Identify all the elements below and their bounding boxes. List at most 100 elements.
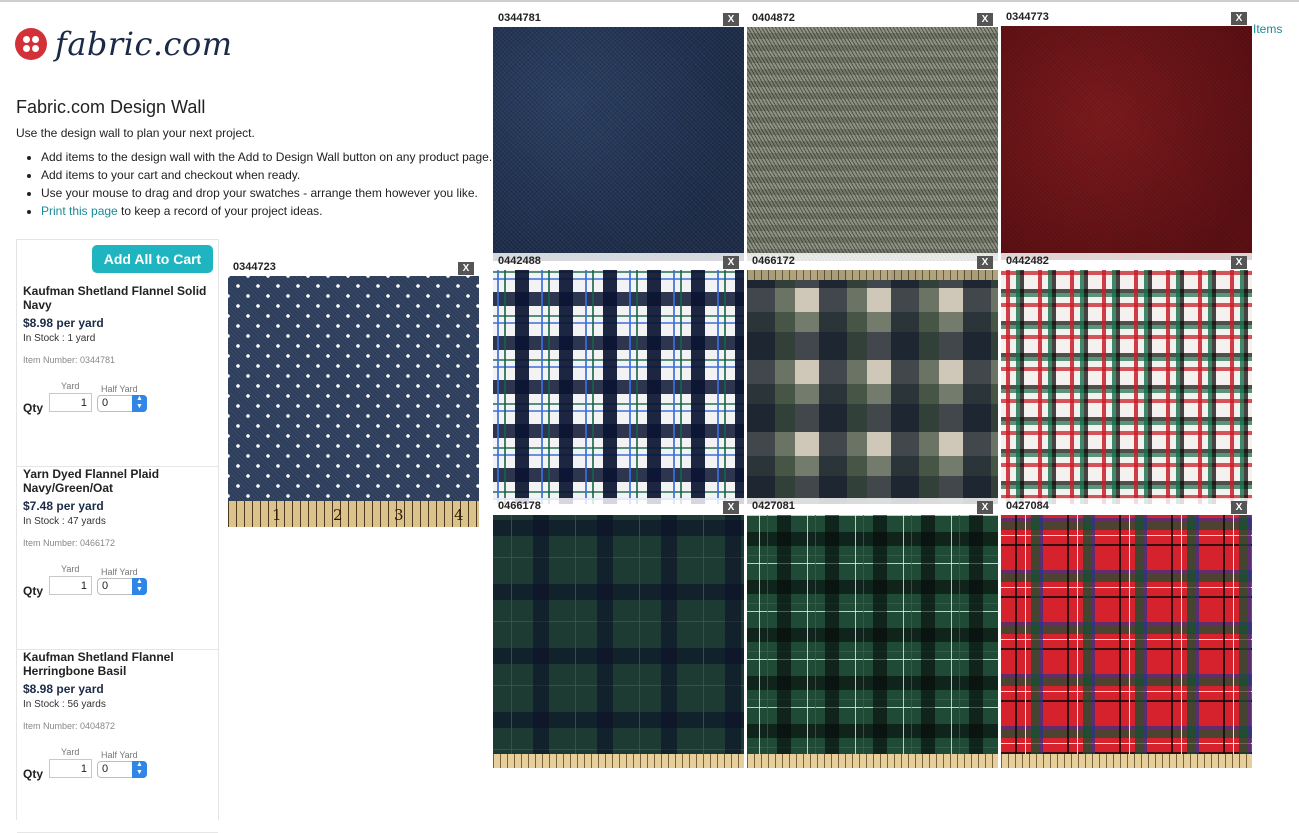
swatch-header: 0442482 X [1001, 253, 1252, 270]
fabric-swatch[interactable]: 0466178 X [493, 498, 744, 768]
select-arrows-icon: ▲ ▼ [132, 578, 147, 595]
remove-swatch-button[interactable]: X [458, 262, 474, 275]
qty-label: Qty [23, 584, 44, 598]
logo-dots-icon [15, 28, 47, 60]
fabric-logo[interactable]: fabric.com [15, 24, 233, 64]
swatch-header: 0344723 X [228, 259, 479, 276]
remove-swatch-button[interactable]: X [977, 501, 993, 514]
swatch-code: 0466172 [752, 255, 795, 267]
instruction-item: Use your mouse to drag and drop your swa… [41, 184, 492, 202]
fabric-swatch[interactable]: 0404872 X [747, 10, 998, 261]
swatch-image [493, 27, 744, 261]
instruction-item: Print this page to keep a record of your… [41, 202, 492, 220]
instructions-list: Add items to the design wall with the Ad… [24, 148, 492, 220]
swatch-image [1001, 270, 1252, 504]
remove-swatch-button[interactable]: X [1231, 12, 1247, 25]
item-stock: In Stock : 56 yards [23, 699, 106, 710]
select-arrows-icon: ▲ ▼ [132, 395, 147, 412]
item-name[interactable]: Kaufman Shetland Flannel Solid Navy [23, 284, 215, 312]
swatch-image [1001, 26, 1252, 260]
remove-swatch-button[interactable]: X [723, 256, 739, 269]
item-number: Item Number: 0466172 [23, 538, 116, 548]
item-number: Item Number: 0404872 [23, 721, 116, 731]
fabric-swatch[interactable]: 0466172 X [747, 253, 998, 504]
remove-swatch-button[interactable]: X [977, 256, 993, 269]
remove-swatch-button[interactable]: X [723, 501, 739, 514]
yard-label: Yard [61, 564, 80, 574]
remove-swatch-button[interactable]: X [1231, 501, 1247, 514]
swatch-header: 0427081 X [747, 498, 998, 515]
instruction-item: Add items to your cart and checkout when… [41, 166, 492, 184]
swatch-image [493, 515, 744, 768]
ruler [493, 754, 744, 768]
swatch-header: 0466178 X [493, 498, 744, 515]
remove-swatch-button[interactable]: X [1231, 256, 1247, 269]
half-yard-label: Half Yard [101, 750, 138, 760]
ruler: 1 2 3 4 [228, 501, 479, 527]
swatch-code: 0344773 [1006, 11, 1049, 23]
items-link[interactable]: Items [1253, 22, 1282, 36]
item-price: $8.98 per yard [23, 316, 104, 330]
logo-text: fabric.com [55, 25, 233, 63]
cart-item: Kaufman Shetland Flannel Herringbone Bas… [17, 650, 218, 833]
yard-quantity-input[interactable] [49, 759, 92, 778]
ruler-number: 2 [333, 506, 343, 524]
half-yard-select[interactable]: 0 ▲ ▼ [97, 578, 147, 595]
qty-label: Qty [23, 767, 44, 781]
swatch-code: 0442482 [1006, 255, 1049, 267]
half-yard-value: 0 [102, 763, 109, 775]
print-page-link[interactable]: Print this page [41, 204, 118, 218]
top-border [0, 0, 1299, 2]
fabric-swatch[interactable]: 1 2 3 4 0344723 X [228, 259, 479, 527]
swatch-image [747, 270, 998, 504]
select-arrows-icon: ▲ ▼ [132, 761, 147, 778]
cart-item: Yarn Dyed Flannel Plaid Navy/Green/Oat $… [17, 467, 218, 650]
ruler [747, 754, 998, 768]
cart-panel: Add All to Cart Kaufman Shetland Flannel… [16, 239, 219, 833]
fabric-swatch[interactable]: 0442482 X [1001, 253, 1252, 504]
swatch-header: 0404872 X [747, 10, 998, 27]
remove-swatch-button[interactable]: X [977, 13, 993, 26]
yard-label: Yard [61, 381, 80, 391]
yard-quantity-input[interactable] [49, 393, 92, 412]
item-name[interactable]: Kaufman Shetland Flannel Herringbone Bas… [23, 650, 215, 678]
swatch-image [747, 515, 998, 768]
add-all-to-cart-button[interactable]: Add All to Cart [92, 245, 213, 273]
swatch-code: 0466178 [498, 500, 541, 512]
half-yard-select[interactable]: 0 ▲ ▼ [97, 761, 147, 778]
instruction-item: Add items to the design wall with the Ad… [41, 148, 492, 166]
swatch-code: 0344781 [498, 12, 541, 24]
yard-quantity-input[interactable] [49, 576, 92, 595]
swatch-image [1001, 515, 1252, 768]
fabric-swatch[interactable]: 0427084 X [1001, 498, 1252, 768]
ruler-number: 1 [272, 506, 282, 524]
swatch-code: 0427081 [752, 500, 795, 512]
fabric-swatch[interactable]: 0427081 X [747, 498, 998, 768]
qty-label: Qty [23, 401, 44, 415]
fabric-swatch[interactable]: 0344773 X [1001, 9, 1252, 260]
swatch-image [747, 27, 998, 261]
intro-text: Use the design wall to plan your next pr… [16, 126, 255, 140]
item-name[interactable]: Yarn Dyed Flannel Plaid Navy/Green/Oat [23, 467, 215, 495]
swatch-header: 0466172 X [747, 253, 998, 270]
ruler-number: 3 [394, 506, 404, 524]
swatch-header: 0344781 X [493, 10, 744, 27]
print-suffix: to keep a record of your project ideas. [117, 204, 323, 218]
half-yard-value: 0 [102, 397, 109, 409]
remove-swatch-button[interactable]: X [723, 13, 739, 26]
swatch-header: 0427084 X [1001, 498, 1252, 515]
item-price: $8.98 per yard [23, 682, 104, 696]
swatch-code: 0404872 [752, 12, 795, 24]
swatch-code: 0344723 [233, 261, 276, 273]
fabric-swatch[interactable]: 0344781 X [493, 10, 744, 261]
page-title: Fabric.com Design Wall [16, 97, 206, 117]
item-stock: In Stock : 47 yards [23, 516, 106, 527]
swatch-image: 1 2 3 4 [228, 276, 479, 527]
half-yard-label: Half Yard [101, 567, 138, 577]
ruler-number: 4 [454, 506, 464, 524]
half-yard-select[interactable]: 0 ▲ ▼ [97, 395, 147, 412]
fabric-swatch[interactable]: 0442488 X [493, 253, 744, 504]
swatch-header: 0344773 X [1001, 9, 1252, 26]
item-stock: In Stock : 1 yard [23, 333, 96, 344]
swatch-code: 0427084 [1006, 500, 1049, 512]
